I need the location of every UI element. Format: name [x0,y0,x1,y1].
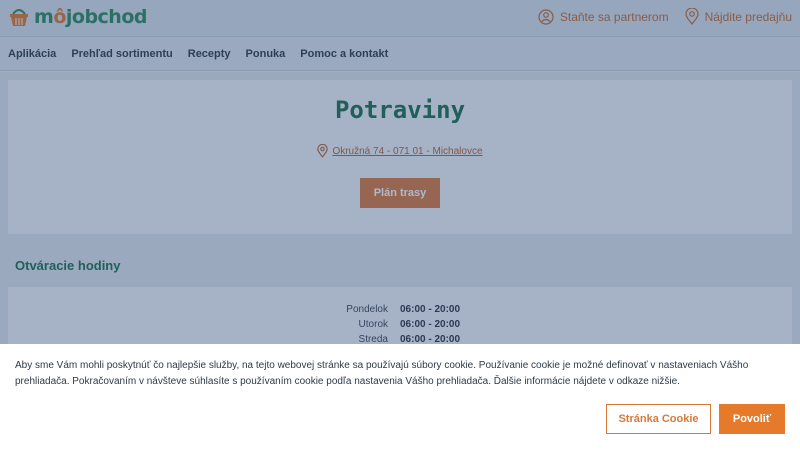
cookie-banner: Aby sme Vám mohli poskytnúť čo najlepšie… [0,344,800,450]
cookie-consent-text: Aby sme Vám mohli poskytnúť čo najlepšie… [15,360,749,387]
allow-cookies-button[interactable]: Povoliť [719,404,785,434]
cookie-page-button[interactable]: Stránka Cookie [606,404,711,434]
